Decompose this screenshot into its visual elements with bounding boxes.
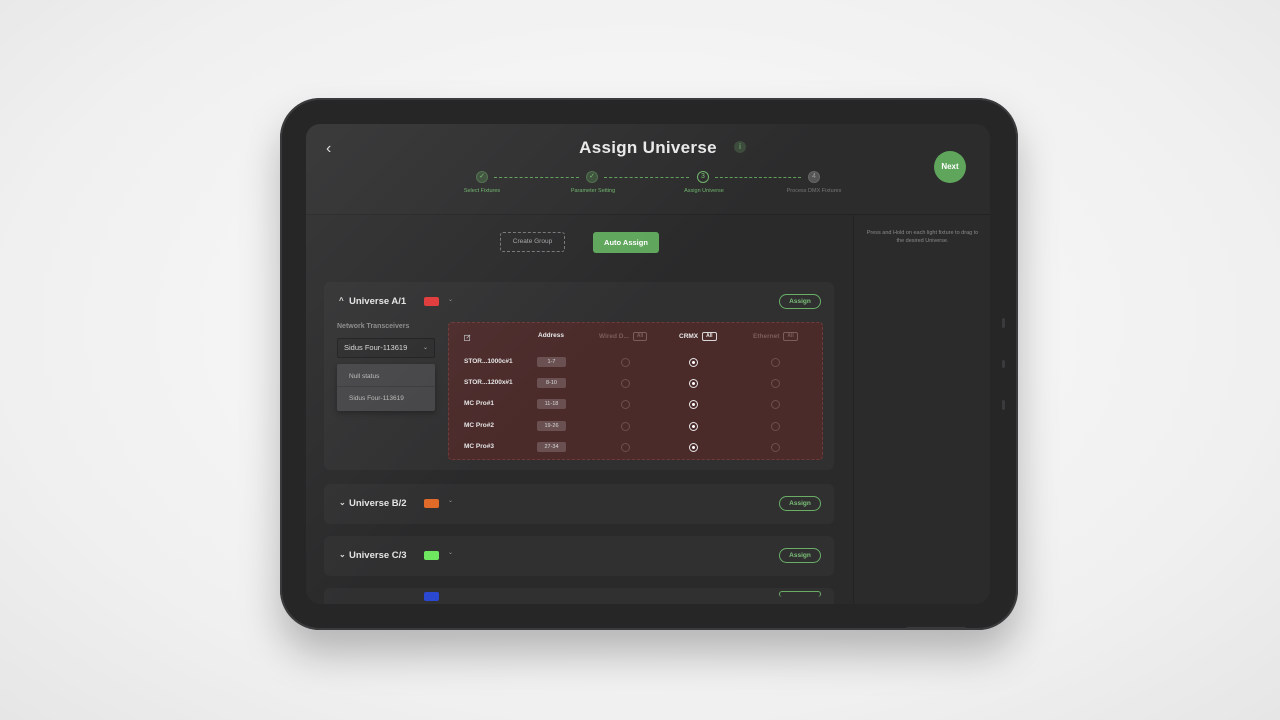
column-header-crmx: CRMX All xyxy=(679,332,717,341)
network-transceivers-label: Network Transceivers xyxy=(337,323,410,330)
color-dropdown-icon[interactable]: ⌄ xyxy=(448,497,453,504)
crmx-radio[interactable] xyxy=(689,358,698,367)
universe-c-assign-button[interactable]: Assign xyxy=(779,548,821,563)
step-1-label: Select Fixtures xyxy=(463,188,501,194)
fixture-name[interactable]: STOR...1200x#1 xyxy=(464,379,513,386)
universe-a-title: Universe A/1 xyxy=(349,296,407,307)
crmx-radio[interactable] xyxy=(689,379,698,388)
drag-hint-text: Press and Hold on each light fixture to … xyxy=(866,230,979,244)
step-connector xyxy=(604,177,689,178)
expand-chevron-icon[interactable]: ⌄ xyxy=(339,498,346,507)
header: ‹ Assign Universe i Next ✓ ✓ 3 4 Select … xyxy=(306,124,990,214)
column-header-wired-label: Wired D... xyxy=(599,333,629,341)
wired-radio[interactable] xyxy=(621,379,630,388)
transceiver-dropdown-menu: Null status Sidus Four-113619 xyxy=(337,364,435,411)
step-2-check-icon: ✓ xyxy=(586,171,598,183)
universe-d-color-swatch[interactable] xyxy=(424,592,439,601)
crmx-radio[interactable] xyxy=(689,422,698,431)
wired-radio[interactable] xyxy=(621,422,630,431)
universe-d-card xyxy=(324,588,834,604)
column-header-ethernet: Ethernet All xyxy=(753,332,798,341)
universe-c-title: Universe C/3 xyxy=(349,550,407,561)
next-button[interactable]: Next xyxy=(934,151,966,183)
universe-a-color-swatch[interactable] xyxy=(424,297,439,306)
step-2-label: Parameter Setting xyxy=(570,188,616,194)
address-badge: 19-26 xyxy=(537,421,566,431)
right-panel: Press and Hold on each light fixture to … xyxy=(853,215,990,604)
universe-b-card: ⌄ Universe B/2 ⌄ Assign xyxy=(324,484,834,524)
fixture-assignment-table: Address Wired D... All CRMX All Ethernet Al… xyxy=(448,322,823,460)
address-badge: 1-7 xyxy=(537,357,566,367)
color-dropdown-icon[interactable]: ⌄ xyxy=(448,549,453,556)
color-dropdown-icon[interactable]: ⌄ xyxy=(448,296,453,303)
column-header-ethernet-label: Ethernet xyxy=(753,333,780,341)
ethernet-radio[interactable] xyxy=(771,443,780,452)
ethernet-radio[interactable] xyxy=(771,422,780,431)
ethernet-all-badge[interactable]: All xyxy=(783,332,798,341)
fixture-name[interactable]: MC Pro#3 xyxy=(464,443,494,450)
app-screen: ‹ Assign Universe i Next ✓ ✓ 3 4 Select … xyxy=(306,124,990,604)
page-title: Assign Universe xyxy=(579,138,717,157)
fixture-name[interactable]: MC Pro#2 xyxy=(464,422,494,429)
collapse-chevron-icon[interactable]: ^ xyxy=(339,296,344,305)
step-3-indicator: 3 xyxy=(697,171,709,183)
step-3-label: Assign Universe xyxy=(684,188,724,194)
device-top-button xyxy=(906,627,966,630)
create-group-button[interactable]: Create Group xyxy=(500,232,565,252)
universe-b-title: Universe B/2 xyxy=(349,498,407,509)
tablet-device: ‹ Assign Universe i Next ✓ ✓ 3 4 Select … xyxy=(280,98,1018,630)
column-header-address: Address xyxy=(538,332,565,339)
ethernet-radio[interactable] xyxy=(771,358,780,367)
wired-all-badge[interactable]: All xyxy=(632,332,648,341)
auto-assign-button[interactable]: Auto Assign xyxy=(593,232,659,253)
step-4-indicator: 4 xyxy=(808,171,820,183)
address-badge: 27-34 xyxy=(537,442,566,452)
transceiver-option[interactable]: Null status xyxy=(337,366,435,387)
main-content: Create Group Auto Assign ^ Universe A/1 … xyxy=(306,215,853,604)
universe-c-color-swatch[interactable] xyxy=(424,551,439,560)
transceiver-select-value: Sidus Four-113619 xyxy=(344,343,408,352)
ethernet-radio[interactable] xyxy=(771,400,780,409)
universe-a-assign-button[interactable]: Assign xyxy=(779,294,821,309)
info-icon[interactable]: i xyxy=(734,141,746,153)
expand-chevron-icon[interactable]: ⌄ xyxy=(339,550,346,559)
step-4-label: Process DMX Fixtures xyxy=(786,188,842,194)
crmx-all-badge[interactable]: All xyxy=(702,332,717,341)
wired-radio[interactable] xyxy=(621,443,630,452)
edit-icon[interactable] xyxy=(464,334,471,341)
step-connector xyxy=(494,177,579,178)
wired-radio[interactable] xyxy=(621,358,630,367)
crmx-radio[interactable] xyxy=(689,443,698,452)
device-side-button xyxy=(1002,360,1005,368)
crmx-radio[interactable] xyxy=(689,400,698,409)
address-badge: 8-10 xyxy=(537,378,566,388)
universe-d-assign-button[interactable] xyxy=(779,591,821,597)
column-header-crmx-label: CRMX xyxy=(679,333,699,341)
transceiver-option[interactable]: Sidus Four-113619 xyxy=(337,388,435,409)
universe-b-color-swatch[interactable] xyxy=(424,499,439,508)
universe-a-card: ^ Universe A/1 ⌄ Assign Network Transcei… xyxy=(324,282,834,470)
ethernet-radio[interactable] xyxy=(771,379,780,388)
fixture-name[interactable]: MC Pro#1 xyxy=(464,400,494,407)
wired-radio[interactable] xyxy=(621,400,630,409)
device-side-button xyxy=(1002,318,1005,328)
column-header-wired: Wired D... All xyxy=(599,332,648,341)
address-badge: 11-18 xyxy=(537,399,566,409)
step-connector xyxy=(715,177,801,178)
universe-b-assign-button[interactable]: Assign xyxy=(779,496,821,511)
device-side-button xyxy=(1002,400,1005,410)
transceiver-select[interactable]: Sidus Four-113619 ⌄ xyxy=(337,338,435,358)
universe-c-card: ⌄ Universe C/3 ⌄ Assign xyxy=(324,536,834,576)
step-1-check-icon: ✓ xyxy=(476,171,488,183)
fixture-name[interactable]: STOR...1000c#1 xyxy=(464,358,513,365)
chevron-down-icon: ⌄ xyxy=(422,345,428,351)
